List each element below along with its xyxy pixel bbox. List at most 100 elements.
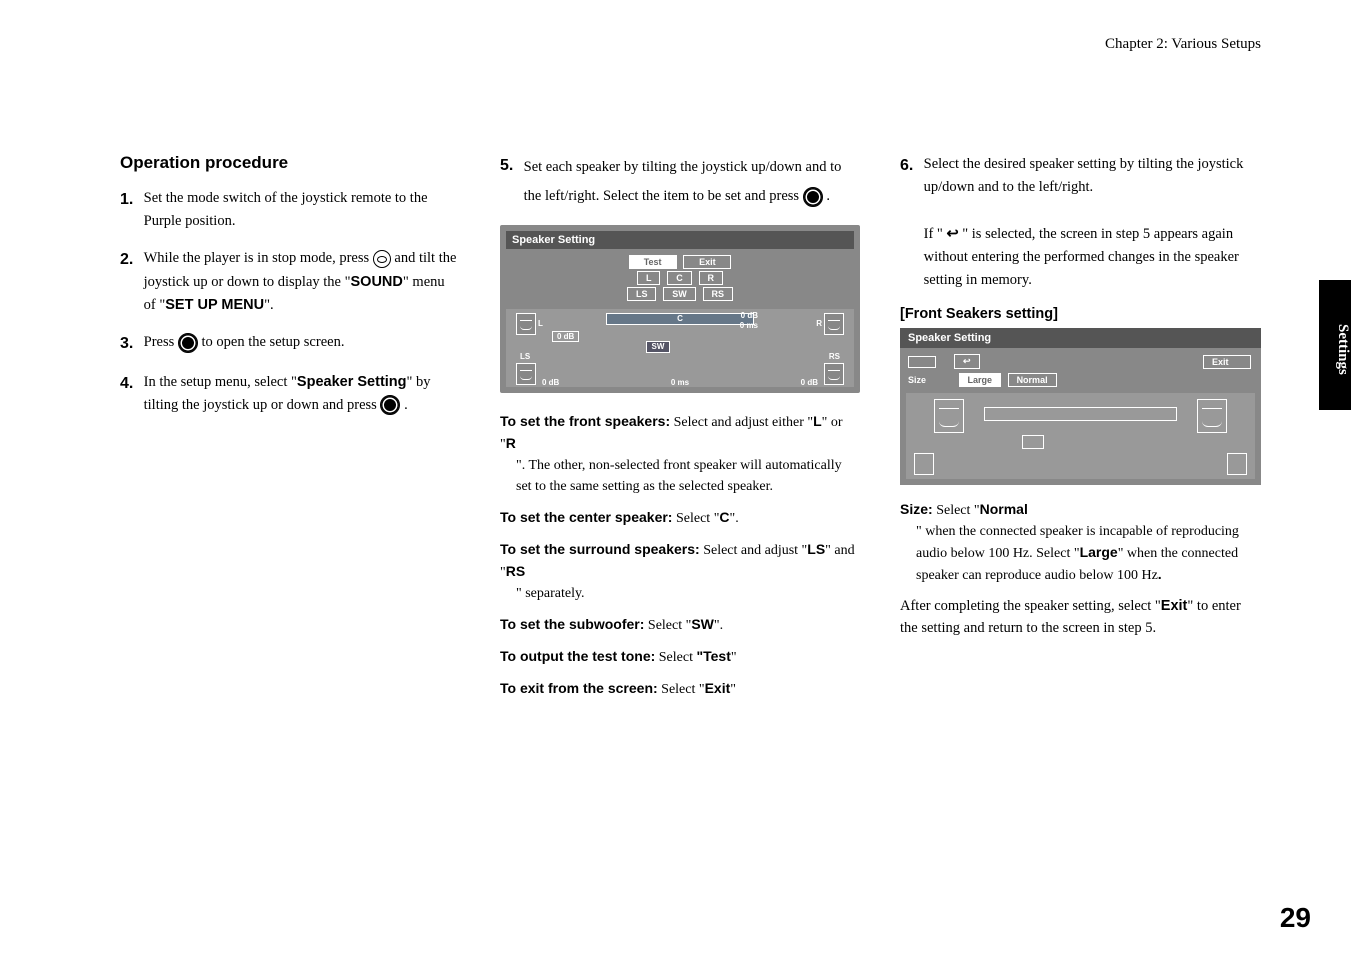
osd2-exit: Exit bbox=[1203, 355, 1251, 369]
col-1: Operation procedure 1. Set the mode swit… bbox=[120, 153, 460, 710]
osd-LS: LS bbox=[627, 287, 657, 301]
t: Select and adjust either " bbox=[670, 415, 813, 430]
osd2-diagram bbox=[906, 393, 1255, 479]
t: Select and adjust " bbox=[700, 543, 808, 558]
osd-speaker-setting: Speaker Setting Test Exit L C R LS SW RS bbox=[500, 225, 860, 393]
enter-icon bbox=[803, 187, 823, 207]
spk-sw-icon bbox=[1022, 435, 1044, 449]
t: Select " bbox=[644, 618, 691, 633]
t: " bbox=[730, 682, 736, 697]
t: . bbox=[404, 397, 408, 413]
menu-name: SET UP MENU bbox=[165, 297, 264, 313]
lbl-L: L bbox=[538, 319, 543, 328]
t: Normal bbox=[980, 501, 1028, 517]
b-db2: 0 dB bbox=[801, 378, 818, 387]
osd-front: Speaker Setting ↩ Exit Size Large Normal bbox=[900, 328, 1261, 485]
t: C bbox=[719, 509, 729, 525]
sub-exit: To exit from the screen: Select "Exit" bbox=[500, 678, 860, 700]
osd2-size: Size bbox=[908, 375, 926, 385]
osd-exit: Exit bbox=[683, 255, 731, 269]
t: Exit bbox=[1161, 598, 1188, 614]
spk-SW-icon: SW bbox=[646, 341, 670, 353]
osd-SW: SW bbox=[663, 287, 696, 301]
t: ". bbox=[264, 297, 274, 313]
step-6: 6. Select the desired speaker setting by… bbox=[900, 153, 1261, 292]
t: ". bbox=[714, 618, 723, 633]
osd2-return: ↩ bbox=[954, 354, 980, 369]
osd2-title: Speaker Setting bbox=[900, 328, 1261, 348]
return-icon: ↩ bbox=[946, 223, 958, 246]
step-num: 1. bbox=[120, 187, 140, 213]
spk-icon bbox=[934, 399, 964, 433]
step-num: 3. bbox=[120, 331, 140, 357]
osd-L: L bbox=[637, 271, 661, 285]
sub-sw: To set the subwoofer: Select "SW". bbox=[500, 614, 860, 636]
t: LS bbox=[807, 541, 825, 557]
t: To set the front speakers: bbox=[500, 413, 670, 429]
page-number: 29 bbox=[1280, 902, 1311, 934]
size-desc: Size: Select "Normal" when the connected… bbox=[900, 499, 1261, 586]
sub-surround: To set the surround speakers: Select and… bbox=[500, 539, 860, 604]
t: Large bbox=[1080, 544, 1118, 560]
t: Select " bbox=[658, 682, 705, 697]
t: L bbox=[813, 413, 822, 429]
t: Press bbox=[144, 334, 178, 350]
spk-R-icon bbox=[824, 313, 844, 335]
sub-test: To output the test tone: Select "Test" bbox=[500, 646, 860, 668]
osd2-blank bbox=[908, 356, 936, 368]
speaker-setting-label: Speaker Setting bbox=[297, 374, 407, 390]
section-title: Operation procedure bbox=[120, 153, 460, 173]
spk-C-icon: C bbox=[606, 313, 754, 325]
t: Exit bbox=[705, 680, 731, 696]
osd-title: Speaker Setting bbox=[506, 231, 854, 249]
t: " is selected, the screen in step 5 appe… bbox=[924, 226, 1239, 288]
t: If " bbox=[924, 226, 947, 242]
t: Select bbox=[655, 650, 696, 665]
t: Select " bbox=[672, 511, 719, 526]
t: Set each speaker by tilting the joystick… bbox=[524, 159, 842, 204]
t: RS bbox=[506, 563, 525, 579]
t: To exit from the screen: bbox=[500, 680, 658, 696]
osd-R: R bbox=[699, 271, 724, 285]
spk-rs-icon bbox=[1227, 453, 1247, 475]
t: ". bbox=[730, 511, 739, 526]
t: To output the test tone: bbox=[500, 648, 655, 664]
lbl-RS: RS bbox=[829, 352, 840, 361]
t: R bbox=[506, 435, 516, 451]
step-num: 5. bbox=[500, 153, 520, 179]
after-desc: After completing the speaker setting, se… bbox=[900, 596, 1261, 640]
spk-LS-icon bbox=[516, 363, 536, 385]
chapter-header: Chapter 2: Various Setups bbox=[120, 36, 1261, 53]
t: Select " bbox=[933, 503, 980, 518]
step-text: Set the mode switch of the joystick remo… bbox=[144, 187, 460, 233]
menu-sound: SOUND bbox=[351, 274, 403, 290]
col-2: 5. Set each speaker by tilting the joyst… bbox=[500, 153, 860, 710]
b-db: 0 dB bbox=[542, 378, 559, 387]
step-4: 4. In the setup menu, select "Speaker Se… bbox=[120, 371, 460, 417]
side-tab-settings: Settings bbox=[1319, 280, 1351, 410]
t: to open the setup screen. bbox=[202, 334, 345, 350]
col-3: 6. Select the desired speaker setting by… bbox=[900, 153, 1261, 710]
t: . bbox=[1158, 566, 1162, 582]
b-ms: 0 ms bbox=[671, 378, 689, 387]
spk-ls-icon bbox=[914, 453, 934, 475]
spk-icon bbox=[1197, 399, 1227, 433]
lbl-cms: 0 ms bbox=[740, 321, 758, 330]
t: In the setup menu, select " bbox=[144, 374, 297, 390]
spk-L-icon bbox=[516, 313, 536, 335]
osd-test: Test bbox=[629, 255, 677, 269]
lbl-cdb: 0 dB bbox=[741, 311, 758, 320]
setup-icon bbox=[373, 250, 391, 268]
t: Size: bbox=[900, 501, 933, 517]
lbl-0db: 0 dB bbox=[552, 331, 579, 342]
step-num: 2. bbox=[120, 247, 140, 273]
t: . bbox=[826, 188, 830, 204]
t: To set the center speaker: bbox=[500, 509, 672, 525]
step-3: 3. Press to open the setup screen. bbox=[120, 331, 460, 357]
osd2-large: Large bbox=[959, 373, 1002, 387]
spk-RS-icon bbox=[824, 363, 844, 385]
t: "Test bbox=[696, 648, 730, 664]
osd-C: C bbox=[667, 271, 692, 285]
enter-icon bbox=[380, 395, 400, 415]
sub-front: To set the front speakers: Select and ad… bbox=[500, 411, 860, 497]
